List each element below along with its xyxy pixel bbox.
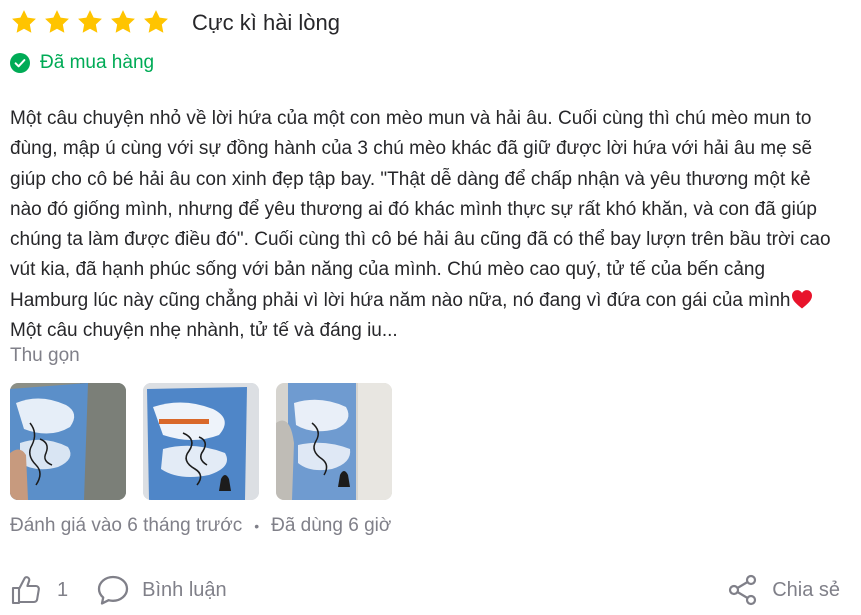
star-icon <box>78 10 102 33</box>
share-button[interactable]: Chia sẻ <box>727 574 840 606</box>
review-text: Một câu chuyện nhỏ về lời hứa của một co… <box>10 104 846 346</box>
rating-stars <box>10 8 170 36</box>
star-icon <box>45 10 69 33</box>
rating-title: Cực kì hài lòng <box>192 10 341 35</box>
review-text-part-2: Một câu chuyện nhẹ nhành, tử tế và đáng … <box>10 320 398 342</box>
verified-purchase: Đã mua hàng <box>10 52 154 74</box>
collapse-link[interactable]: Thu gọn <box>10 345 80 367</box>
usage-time: Đã dùng 6 giờ <box>271 515 392 536</box>
heart-emoji-icon <box>792 289 813 309</box>
reviewed-time: Đánh giá vào 6 tháng trước <box>10 515 243 536</box>
star-icon <box>144 10 168 33</box>
review-photo-3[interactable] <box>276 383 392 500</box>
like-button[interactable]: 1 <box>10 574 68 606</box>
like-count: 1 <box>57 578 69 601</box>
review-actions: 1 Bình luận Chia sẻ <box>10 572 840 608</box>
share-icon <box>729 574 757 606</box>
review-photo-1[interactable] <box>10 383 126 500</box>
share-label: Chia sẻ <box>772 578 840 601</box>
review-photos <box>10 383 392 500</box>
star-icon <box>111 10 135 33</box>
verified-label: Đã mua hàng <box>40 52 155 73</box>
comment-bubble-icon <box>97 575 129 605</box>
comment-label: Bình luận <box>142 578 227 601</box>
thumbs-up-icon <box>11 576 40 605</box>
meta-separator: • <box>254 518 260 534</box>
review-text-part-1: Một câu chuyện nhỏ về lời hứa của một co… <box>10 108 831 311</box>
star-icon <box>12 10 36 33</box>
check-circle-icon <box>10 53 30 73</box>
comment-button[interactable]: Bình luận <box>96 574 227 606</box>
review-photo-2[interactable] <box>143 383 259 500</box>
review-meta: Đánh giá vào 6 tháng trước • Đã dùng 6 g… <box>10 515 391 537</box>
